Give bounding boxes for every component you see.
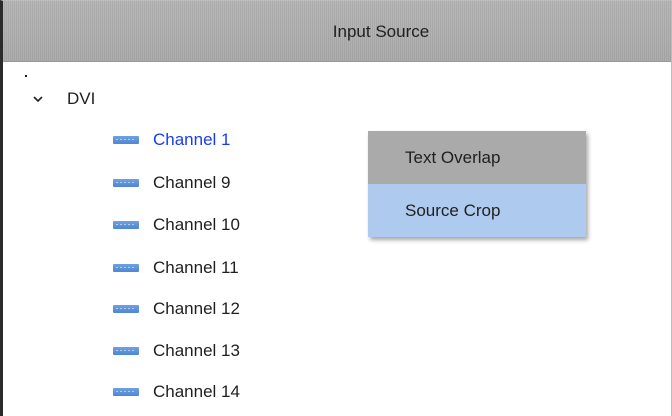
tree-marker [25,75,27,77]
input-port-icon [113,221,139,229]
panel-header: Input Source [3,1,671,62]
channel-label: Channel 1 [153,130,231,149]
input-port-icon [113,179,139,187]
chevron-down-icon[interactable] [33,94,43,104]
context-menu: Text Overlap Source Crop [368,131,586,237]
input-port-icon [113,347,139,355]
channel-label: Channel 10 [153,215,240,234]
input-source-panel: Input Source DVI Channel 1 Channel 9 Cha… [0,0,672,416]
channel-label: Channel 14 [153,382,240,401]
channel-label: Channel 11 [153,258,239,277]
channel-label: Channel 13 [153,341,240,360]
input-port-icon [113,388,139,396]
channel-label: Channel 12 [153,299,240,318]
tree-item-channel-12[interactable]: Channel 12 [113,297,240,321]
tree-node-dvi[interactable]: DVI [33,87,95,111]
tree-item-channel-1[interactable]: Channel 1 [113,128,231,152]
channel-label: Channel 9 [153,173,231,192]
tree-item-channel-14[interactable]: Channel 14 [113,380,240,404]
tree-item-channel-10[interactable]: Channel 10 [113,213,240,237]
tree-item-channel-11[interactable]: Channel 11 [113,256,239,280]
input-port-icon [113,136,139,144]
tree-node-label: DVI [67,89,96,108]
menu-item-text-overlap[interactable]: Text Overlap [368,131,586,184]
tree-item-channel-9[interactable]: Channel 9 [113,171,231,195]
panel-title: Input Source [332,22,430,41]
menu-item-source-crop[interactable]: Source Crop [368,184,586,237]
input-port-icon [113,264,139,272]
tree-item-channel-13[interactable]: Channel 13 [113,339,240,363]
input-port-icon [113,305,139,313]
